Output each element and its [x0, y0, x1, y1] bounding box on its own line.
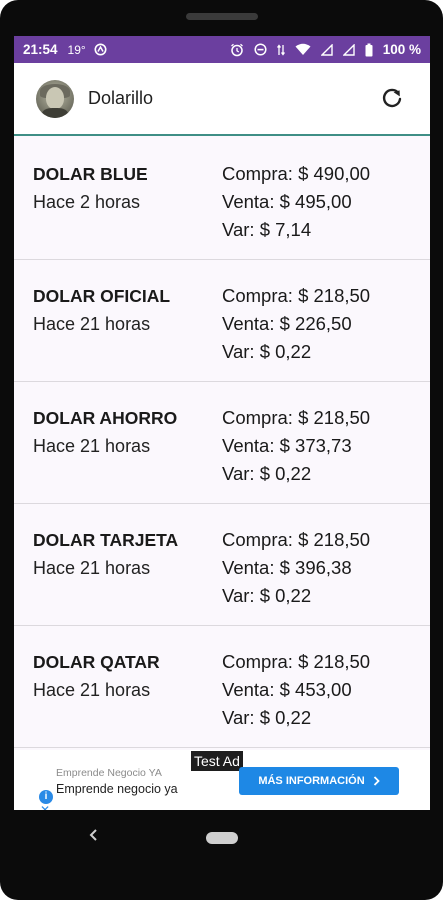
rate-row-blue[interactable]: DOLAR BLUE Hace 2 horas Compra: $ 490,00…: [14, 138, 430, 260]
rate-name: DOLAR TARJETA: [33, 530, 179, 550]
rate-sell: Venta: $ 495,00: [222, 191, 352, 212]
ad-cta-label: MÁS INFORMACIÓN: [258, 775, 365, 787]
rate-row-tarjeta[interactable]: DOLAR TARJETA Hace 21 horas Compra: $ 21…: [14, 504, 430, 626]
signal-icon: [320, 43, 333, 56]
back-icon[interactable]: [86, 824, 102, 846]
rate-row-qatar[interactable]: DOLAR QATAR Hace 21 horas Compra: $ 218,…: [14, 626, 430, 748]
alarm-icon: [230, 43, 244, 57]
info-icon[interactable]: i: [39, 790, 53, 804]
rate-sell: Venta: $ 373,73: [222, 435, 352, 456]
phone-frame: 21:54 19° 100 % Dolarillo DOLAR BLUE Hac…: [0, 0, 443, 900]
status-temperature: 19°: [67, 42, 86, 57]
app-screen: 21:54 19° 100 % Dolarillo DOLAR BLUE Hac…: [14, 36, 430, 810]
rate-name: DOLAR QATAR: [33, 652, 160, 672]
app-bar: Dolarillo: [14, 63, 430, 136]
ad-advertiser: Emprende Negocio YA: [56, 767, 162, 779]
test-ad-label: Test Ad: [191, 751, 243, 771]
ad-cta-button[interactable]: MÁS INFORMACIÓN: [239, 767, 399, 795]
rate-updated: Hace 21 horas: [33, 436, 151, 456]
wifi-icon: [295, 43, 311, 56]
ad-headline: Emprende negocio ya: [56, 782, 178, 796]
system-nav-bar: [0, 810, 443, 880]
rate-updated: Hace 2 horas: [33, 192, 141, 212]
rates-list: DOLAR BLUE Hace 2 horas Compra: $ 490,00…: [14, 138, 430, 748]
app-notification-icon: [94, 43, 107, 56]
refresh-icon[interactable]: [378, 85, 406, 113]
rate-buy: Compra: $ 218,50: [222, 407, 371, 428]
rate-row-oficial[interactable]: DOLAR OFICIAL Hace 21 horas Compra: $ 21…: [14, 260, 430, 382]
rate-name: DOLAR OFICIAL: [33, 286, 171, 306]
do-not-disturb-icon: [254, 43, 267, 56]
rate-buy: Compra: $ 218,50: [222, 285, 371, 306]
battery-icon: [365, 43, 373, 57]
chevron-right-icon: [373, 776, 380, 786]
rate-variation: Var: $ 7,14: [222, 219, 312, 240]
rate-updated: Hace 21 horas: [33, 558, 151, 578]
franklin-avatar-icon: [36, 79, 74, 118]
rate-buy: Compra: $ 218,50: [222, 529, 371, 550]
earpiece-speaker: [186, 13, 258, 20]
rate-sell: Venta: $ 453,00: [222, 679, 352, 700]
rate-variation: Var: $ 0,22: [222, 585, 312, 606]
rate-name: DOLAR BLUE: [33, 164, 148, 184]
ad-banner[interactable]: Test Ad i ✕ Emprende Negocio YA Emprende…: [14, 750, 430, 810]
app-title: Dolarillo: [88, 88, 154, 108]
home-pill-button[interactable]: [206, 832, 238, 844]
rate-variation: Var: $ 0,22: [222, 341, 312, 362]
status-time: 21:54: [23, 42, 58, 57]
data-arrows-icon: [276, 43, 285, 57]
rate-buy: Compra: $ 490,00: [222, 163, 371, 184]
status-bar: 21:54 19° 100 %: [14, 36, 430, 63]
rate-variation: Var: $ 0,22: [222, 707, 312, 728]
rate-sell: Venta: $ 396,38: [222, 557, 352, 578]
rate-variation: Var: $ 0,22: [222, 463, 312, 484]
rate-updated: Hace 21 horas: [33, 314, 151, 334]
status-right-icons: 100 %: [230, 42, 421, 57]
rate-name: DOLAR AHORRO: [33, 408, 178, 428]
rate-buy: Compra: $ 218,50: [222, 651, 371, 672]
signal-icon: [342, 43, 355, 56]
rate-row-ahorro[interactable]: DOLAR AHORRO Hace 21 horas Compra: $ 218…: [14, 382, 430, 504]
rate-sell: Venta: $ 226,50: [222, 313, 352, 334]
rate-updated: Hace 21 horas: [33, 680, 151, 700]
battery-percent: 100 %: [382, 42, 421, 57]
